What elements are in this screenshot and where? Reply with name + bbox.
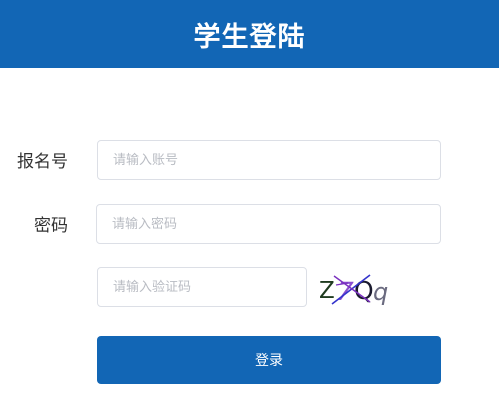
password-input[interactable] (96, 204, 441, 244)
captcha-char: 7 (335, 277, 354, 306)
captcha-char: q (373, 278, 388, 306)
registration-number-label: 报名号 (17, 152, 68, 172)
login-page: 学生登陆 报名号 密码 Z7Qq 登录 (0, 0, 499, 404)
registration-number-input[interactable] (97, 140, 441, 180)
captcha-image[interactable]: Z7Qq (318, 271, 392, 307)
header-bar: 学生登陆 (0, 0, 499, 68)
password-label: 密码 (34, 216, 68, 236)
page-title: 学生登陆 (193, 21, 306, 53)
login-button[interactable]: 登录 (97, 336, 441, 384)
captcha-char: Z (319, 278, 335, 304)
captcha-input[interactable] (97, 267, 307, 307)
